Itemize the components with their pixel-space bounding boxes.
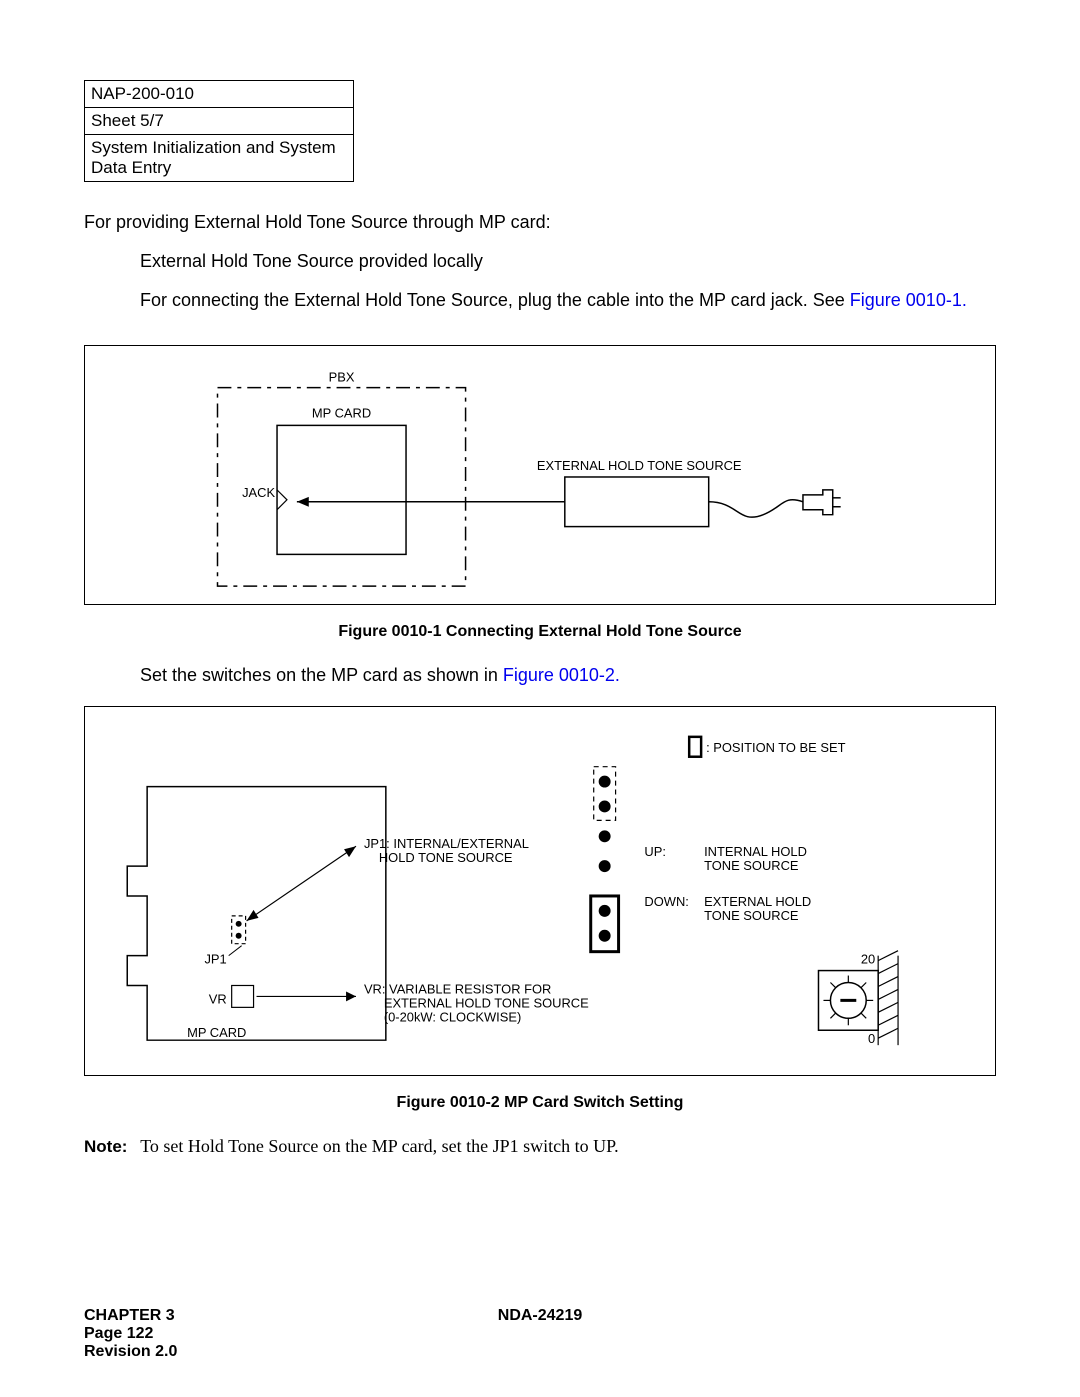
label-ext-source: EXTERNAL HOLD TONE SOURCE: [537, 458, 742, 473]
label-twenty: 20: [861, 952, 875, 967]
label-up-desc-2: TONE SOURCE: [704, 858, 799, 873]
info-row-title: System Initialization and System Data En…: [85, 135, 353, 181]
label-up-desc-1: INTERNAL HOLD: [704, 844, 807, 859]
footer-page: Page 122: [84, 1325, 996, 1343]
paragraph-set-switches: Set the switches on the MP card as shown…: [140, 665, 996, 686]
label-vr: VR: [209, 991, 227, 1006]
figure-0010-1-link[interactable]: Figure 0010-1.: [850, 290, 967, 310]
footer-doc-id: NDA-24219: [498, 1307, 582, 1325]
label-mp-card: MP CARD: [312, 405, 371, 420]
label-down-desc-1: EXTERNAL HOLD: [704, 894, 811, 909]
label-jp1: JP1: [204, 952, 226, 967]
label-jp1-desc-2: HOLD TONE SOURCE: [379, 850, 513, 865]
paragraph-connect: For connecting the External Hold Tone So…: [140, 290, 996, 311]
label-pbx: PBX: [329, 370, 355, 385]
label-jp1-desc-1: JP1: INTERNAL/EXTERNAL: [364, 836, 529, 851]
label-down-desc-2: TONE SOURCE: [704, 908, 799, 923]
label-down: DOWN:: [644, 894, 688, 909]
label-vr-desc-2: EXTERNAL HOLD TONE SOURCE: [384, 995, 589, 1010]
note-text: To set Hold Tone Source on the MP card, …: [140, 1136, 618, 1156]
label-vr-desc-1: VR: VARIABLE RESISTOR FOR: [364, 981, 551, 996]
page-footer: CHAPTER 3 Page 122 Revision 2.0 NDA-2421…: [84, 1307, 996, 1361]
info-row-sheet: Sheet 5/7: [85, 108, 353, 135]
figure-0010-2-link[interactable]: Figure 0010-2.: [503, 665, 620, 685]
label-jack: JACK: [242, 485, 275, 500]
figure-0010-2: : POSITION TO BE SET MP CARD JP1 VR JP1:…: [84, 706, 996, 1076]
info-row-nap: NAP-200-010: [85, 81, 353, 108]
label-mp-card-2: MP CARD: [187, 1025, 246, 1040]
info-table: NAP-200-010 Sheet 5/7 System Initializat…: [84, 80, 354, 182]
paragraph-connect-text: For connecting the External Hold Tone So…: [140, 290, 850, 310]
note-row: Note: To set Hold Tone Source on the MP …: [84, 1136, 996, 1157]
figure-0010-2-caption: Figure 0010-2 MP Card Switch Setting: [84, 1094, 996, 1112]
label-up: UP:: [644, 844, 666, 859]
label-vr-desc-3: (0-20kW: CLOCKWISE): [384, 1009, 521, 1024]
label-zero: 0: [868, 1031, 875, 1046]
note-label: Note:: [84, 1137, 127, 1156]
figure-0010-1-caption: Figure 0010-1 Connecting External Hold T…: [84, 623, 996, 641]
figure-0010-1: PBX MP CARD JACK EXTERNAL HOLD TONE SOUR…: [84, 345, 996, 605]
label-legend: : POSITION TO BE SET: [706, 740, 845, 755]
paragraph-set-text: Set the switches on the MP card as shown…: [140, 665, 503, 685]
paragraph-local: External Hold Tone Source provided local…: [140, 251, 996, 272]
footer-revision: Revision 2.0: [84, 1343, 996, 1361]
paragraph-intro: For providing External Hold Tone Source …: [84, 212, 996, 233]
